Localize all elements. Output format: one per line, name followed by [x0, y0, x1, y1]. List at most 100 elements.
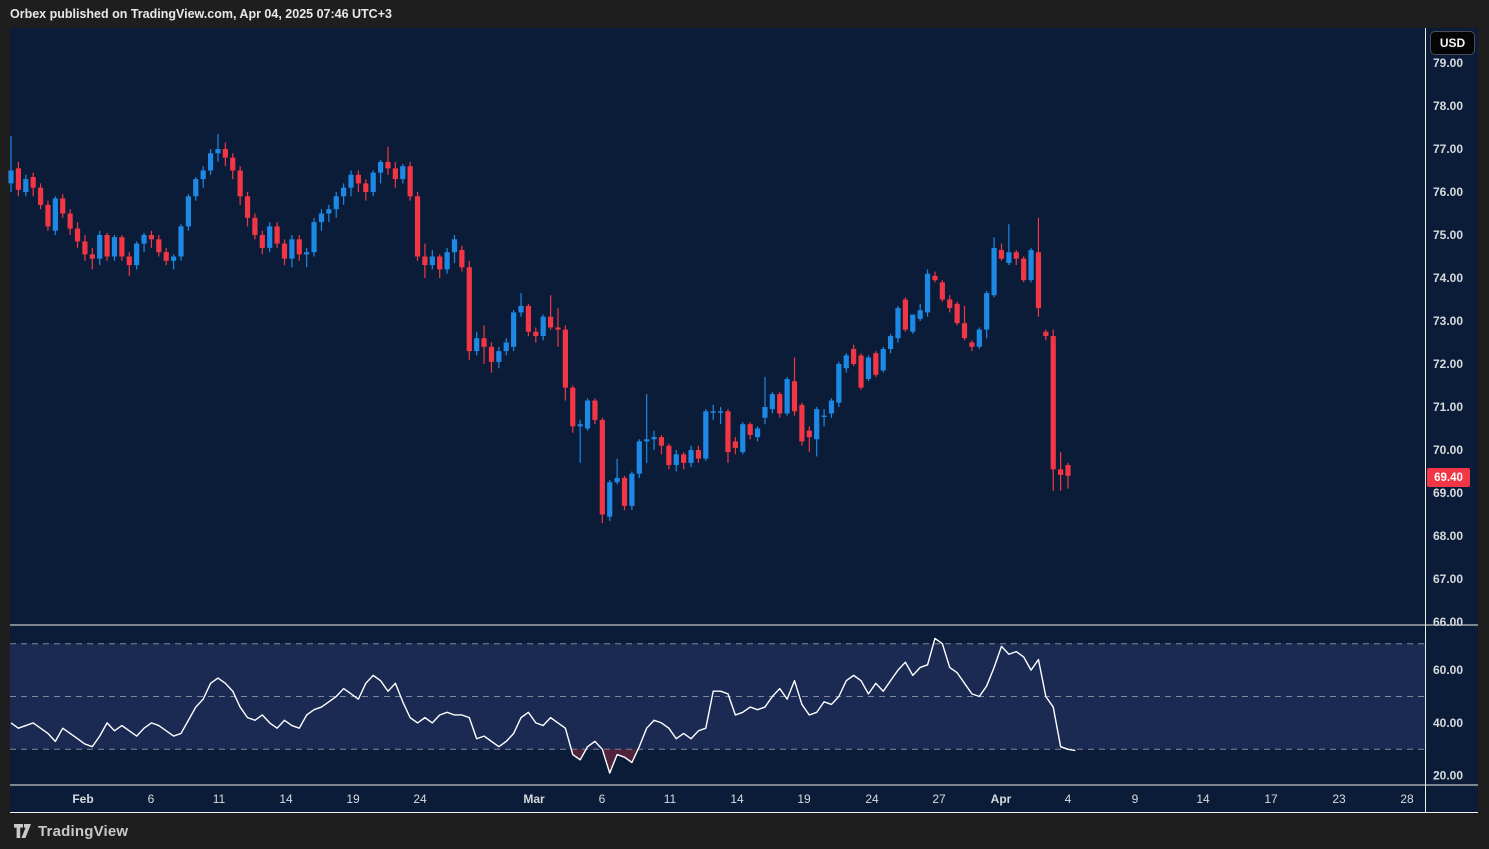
candle-body: [8, 171, 13, 184]
candle-body: [400, 166, 405, 179]
time-tick-label: 28: [1400, 792, 1414, 806]
candle-body: [748, 424, 753, 435]
candle-body: [282, 244, 287, 259]
candle-body: [38, 188, 43, 205]
candle-body: [903, 300, 908, 330]
last-price-label: 69.40: [1427, 468, 1470, 487]
price-tick-label: 75.00: [1433, 228, 1463, 242]
candle-body: [363, 183, 368, 192]
candle-body: [607, 482, 612, 516]
candle-body: [82, 241, 87, 254]
candle-body: [252, 218, 257, 235]
candle-body: [615, 478, 620, 482]
time-tick-label: 6: [148, 792, 155, 806]
candle-body: [836, 364, 841, 403]
candle-body: [201, 171, 206, 180]
candle-body: [260, 235, 265, 248]
candle-body: [496, 351, 501, 362]
candle-body: [659, 437, 664, 446]
candle-body: [1036, 252, 1041, 308]
candle-body: [792, 381, 797, 411]
candle-body: [511, 312, 516, 346]
candle-body: [474, 338, 479, 351]
candle-body: [777, 394, 782, 413]
candle-body: [238, 171, 243, 197]
candle-body: [925, 274, 930, 313]
candle-body: [533, 332, 538, 336]
candle-body: [1006, 252, 1011, 263]
tradingview-link[interactable]: TradingView: [38, 823, 128, 840]
candle-body: [1043, 332, 1048, 336]
time-tick-label: 27: [932, 792, 946, 806]
candle-body: [844, 355, 849, 368]
time-tick-label: 19: [797, 792, 811, 806]
candle-body: [68, 214, 73, 229]
candle-body: [807, 431, 812, 437]
time-tick-label: 4: [1065, 792, 1072, 806]
price-tick-label: 72.00: [1433, 357, 1463, 371]
candle-body: [356, 175, 361, 184]
candle-body: [592, 401, 597, 420]
candle-body: [489, 347, 494, 362]
candle-body: [733, 441, 738, 447]
time-tick-label: 11: [213, 792, 226, 806]
candle-body: [23, 179, 28, 192]
candle-body: [60, 198, 65, 213]
candle-body: [962, 323, 967, 338]
candle-body: [1051, 336, 1056, 469]
candle-body: [319, 214, 324, 223]
candle-body: [334, 196, 339, 209]
candle-body: [385, 162, 390, 168]
candle-body: [119, 237, 124, 256]
tradingview-logo-icon[interactable]: [14, 824, 31, 839]
candle-body: [326, 209, 331, 213]
candle-body: [193, 179, 198, 196]
candle-body: [445, 252, 450, 269]
candle-body: [245, 196, 250, 218]
indicator-tick-label: 20.00: [1433, 769, 1463, 783]
candle-body: [341, 188, 346, 197]
indicator-tick-label: 40.00: [1433, 716, 1463, 730]
candle-body: [637, 441, 642, 473]
candle-body: [304, 252, 309, 254]
candle-body: [600, 420, 605, 515]
candle-body: [829, 401, 834, 414]
candle-body: [814, 409, 819, 439]
candle-body: [53, 198, 58, 230]
time-tick-label: Mar: [523, 792, 545, 806]
candle-body: [371, 173, 376, 192]
candle-body: [452, 239, 457, 252]
time-tick-label: 9: [1132, 792, 1139, 806]
candle-body: [696, 450, 701, 459]
candle-body: [297, 239, 302, 254]
candle-body: [688, 450, 693, 463]
candle-body: [725, 411, 730, 452]
candle-body: [274, 226, 279, 243]
price-tick-label: 71.00: [1433, 400, 1463, 414]
candle-body: [578, 424, 583, 426]
candle-body: [1058, 469, 1063, 475]
candle-body: [866, 358, 871, 380]
candle-body: [459, 250, 464, 267]
candle-body: [785, 379, 790, 413]
candle-body: [888, 336, 893, 349]
price-tick-label: 70.00: [1433, 443, 1463, 457]
candle-body: [555, 327, 560, 329]
candle-body: [289, 239, 294, 258]
candle-body: [1028, 250, 1033, 280]
price-tick-label: 79.00: [1433, 56, 1463, 70]
candle-body: [178, 226, 183, 256]
tradingview-snapshot: Orbex published on TradingView.com, Apr …: [0, 0, 1489, 849]
candle-body: [947, 300, 952, 309]
chart-canvas[interactable]: 79.0078.0077.0076.0075.0074.0073.0072.00…: [0, 0, 1489, 849]
candle-body: [629, 474, 634, 506]
candle-body: [711, 411, 716, 412]
candle-body: [666, 446, 671, 465]
indicator-tick-label: 60.00: [1433, 663, 1463, 677]
footer-bar: TradingView: [0, 813, 1489, 849]
candle-body: [1014, 252, 1019, 258]
candle-body: [45, 205, 50, 227]
candle-body: [955, 304, 960, 323]
currency-toggle-button[interactable]: USD: [1430, 31, 1475, 55]
candle-body: [984, 293, 989, 330]
